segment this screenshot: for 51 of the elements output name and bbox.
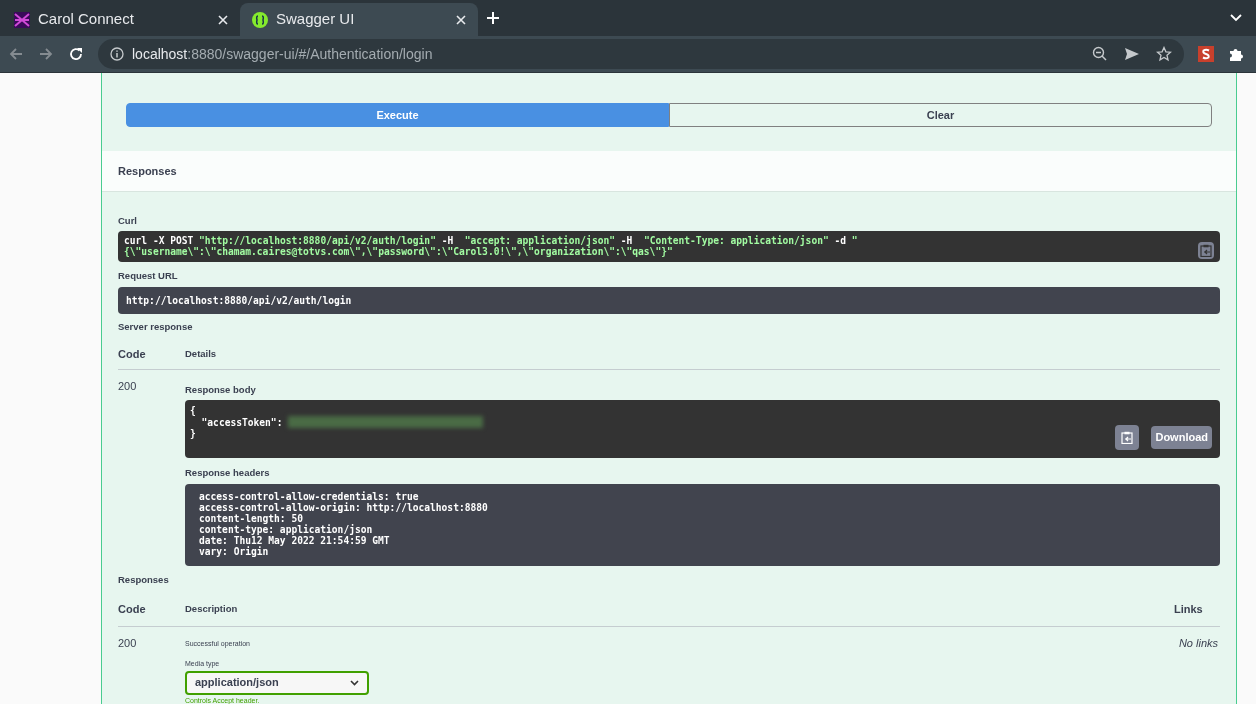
column-header: Description	[185, 602, 239, 617]
header-line: access-control-allow-credentials: true	[199, 491, 420, 503]
field-label: Response headers	[185, 466, 271, 480]
code-line: curl -X POST "http://localhost:8880/api/v2/auth/login" -H "accept: application/json" -H "Content-Type: application/json" -d "	[124, 235, 858, 247]
chevron-down-icon[interactable]	[1230, 14, 1242, 22]
info-icon	[110, 47, 124, 61]
status-code: 200	[118, 635, 138, 651]
braces-logo-icon	[252, 11, 268, 28]
header-line: date: Thu12 May 2022 21:54:59 GMT	[199, 535, 391, 547]
code-line: {\"username\":\"chamam.caires@totvs.com\",\"password\":\"Carol3.0!\",\"organization\":\"qas\"}"	[124, 246, 673, 258]
code-line: "accessToken":	[200, 416, 284, 428]
field-label: Request URL	[118, 269, 179, 284]
field-label: Curl	[118, 214, 138, 228]
header-line: content-type: application/json	[199, 524, 373, 536]
header-line: content-length: 50	[199, 513, 303, 525]
code-line: {	[190, 405, 196, 416]
back-icon[interactable]	[8, 46, 24, 62]
browser-tab[interactable]: Swagger UI	[240, 3, 478, 36]
address-bar[interactable]: localhost:8880/swagger-ui/#/Authentication/login	[98, 39, 1184, 69]
puzzle-icon[interactable]	[1228, 46, 1244, 62]
extension-logo-icon[interactable]	[1198, 46, 1214, 62]
send-icon[interactable]	[1124, 47, 1140, 61]
download-button[interactable]: Download	[1151, 426, 1212, 449]
section-title: Responses	[118, 163, 177, 179]
chevron-down-icon	[350, 679, 359, 686]
reload-icon[interactable]	[68, 46, 84, 62]
header-line: vary: Origin	[199, 546, 270, 558]
url-text: localhost:8880/swagger-ui/#/Authentication/login	[132, 44, 434, 64]
zoom-out-icon[interactable]	[1092, 46, 1108, 62]
column-header: Code	[118, 347, 147, 362]
status-code: 200	[118, 378, 138, 394]
field-label: Server response	[118, 319, 194, 334]
close-icon[interactable]	[218, 14, 228, 25]
clear-button[interactable]: Clear	[669, 103, 1212, 127]
request-url: http://localhost:8880/api/v2/auth/login	[126, 294, 352, 306]
media-type-select[interactable]: application/json	[185, 670, 369, 695]
links-text: No links	[1177, 635, 1219, 651]
header-line: access-control-allow-origin: http://localhost:8880	[199, 502, 489, 514]
code-line: }	[190, 428, 196, 439]
field-label: Responses	[118, 573, 170, 588]
browser-tab[interactable]: Carol Connect	[2, 3, 240, 36]
close-icon[interactable]	[456, 14, 466, 25]
column-header: Code	[118, 602, 147, 618]
forward-icon[interactable]	[38, 46, 54, 62]
column-header: Details	[185, 347, 217, 362]
cross-logo-icon	[14, 11, 30, 28]
new-tab-icon[interactable]	[486, 11, 500, 25]
field-label: Response body	[185, 382, 257, 397]
copy-icon[interactable]	[1115, 425, 1140, 450]
star-icon[interactable]	[1156, 46, 1172, 62]
column-header: Links	[1174, 602, 1204, 618]
